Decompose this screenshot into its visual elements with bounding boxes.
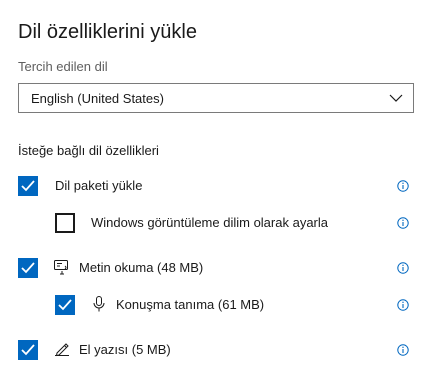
checkmark-icon — [21, 344, 35, 356]
page-title: Dil özelliklerini yükle — [18, 21, 197, 43]
info-icon[interactable] — [397, 299, 409, 311]
chevron-down-icon — [389, 94, 403, 102]
preferred-language-label: Tercih edilen dil — [18, 59, 108, 74]
preferred-language-value: English (United States) — [31, 91, 164, 106]
info-icon[interactable] — [397, 344, 409, 356]
microphone-icon — [93, 296, 105, 312]
info-icon[interactable] — [397, 262, 409, 274]
set-display-language-checkbox[interactable] — [55, 213, 75, 233]
text-to-speech-checkbox[interactable] — [18, 258, 38, 278]
language-pack-checkbox[interactable] — [18, 176, 38, 196]
checkmark-icon — [21, 262, 35, 274]
checkmark-icon — [58, 299, 72, 311]
speech-recognition-checkbox[interactable] — [55, 295, 75, 315]
info-icon[interactable] — [397, 217, 409, 229]
optional-features-label: İsteğe bağlı dil özellikleri — [18, 143, 159, 158]
handwriting-checkbox[interactable] — [18, 340, 38, 360]
handwriting-icon — [55, 343, 69, 357]
speech-recognition-label: Konuşma tanıma (61 MB) — [116, 297, 265, 312]
text-to-speech-icon — [54, 260, 68, 275]
checkmark-icon — [21, 180, 35, 192]
language-pack-label: Dil paketi yükle — [55, 178, 143, 193]
text-to-speech-label: Metin okuma (48 MB) — [79, 260, 204, 275]
set-display-language-label: Windows görüntüleme dilim olarak ayarla — [91, 215, 328, 230]
info-icon[interactable] — [397, 180, 409, 192]
handwriting-label: El yazısı (5 MB) — [79, 342, 171, 357]
preferred-language-dropdown[interactable]: English (United States) — [18, 83, 414, 113]
